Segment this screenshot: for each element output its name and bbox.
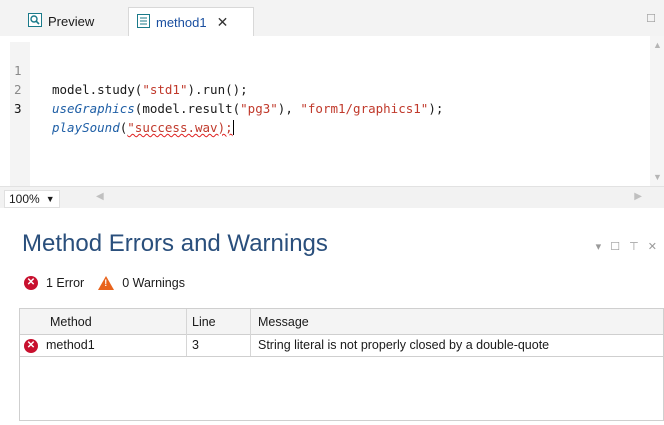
- scroll-up-icon[interactable]: ▲: [653, 40, 662, 50]
- code-text: playSound("success.wav);: [52, 120, 234, 135]
- errors-summary: ✕ 1 Error ! 0 Warnings: [24, 273, 199, 293]
- table-row[interactable]: ✕ method1 3 String literal is not proper…: [20, 335, 663, 357]
- errors-table: Method Line Message ✕ method1 3 String l…: [19, 308, 664, 421]
- errors-panel-title: Method Errors and Warnings: [22, 230, 328, 257]
- tab-preview[interactable]: Preview: [20, 7, 125, 36]
- panel-menu-icon[interactable]: ▾: [596, 241, 605, 253]
- cell-method: method1: [46, 338, 95, 352]
- panel-controls[interactable]: ▾ ☐ ⊤ ✕: [596, 240, 660, 253]
- cell-line: 3: [192, 338, 199, 352]
- tab-bar-controls[interactable]: ☐: [646, 12, 658, 25]
- tab-preview-label: Preview: [48, 14, 95, 29]
- column-header-method[interactable]: Method: [50, 309, 92, 335]
- zoom-value: 100%: [9, 192, 40, 206]
- tab-method1-label: method1: [156, 14, 207, 30]
- method-file-icon: [137, 13, 150, 31]
- scroll-left-icon[interactable]: ◀: [96, 191, 104, 202]
- column-header-line[interactable]: Line: [192, 309, 216, 335]
- panel-close-icon[interactable]: ✕: [648, 241, 660, 253]
- code-text: useGraphics(model.result("pg3"), "form1/…: [52, 101, 444, 116]
- chevron-down-icon: ▼: [45, 194, 55, 204]
- column-divider[interactable]: [186, 309, 187, 335]
- error-count-label: 1 Error: [46, 276, 85, 290]
- panel-maximize-icon[interactable]: ☐: [610, 241, 623, 253]
- zoom-select[interactable]: 100% ▼: [4, 190, 60, 208]
- warning-icon: !: [98, 276, 115, 290]
- code-line[interactable]: 2 useGraphics(model.result("pg3"), "form…: [0, 61, 443, 116]
- editor-status-bar: 100% ▼ ◀ ▶: [0, 186, 664, 208]
- error-icon: ✕: [24, 339, 38, 353]
- text-caret: [232, 120, 234, 135]
- column-divider: [186, 335, 187, 356]
- code-editor[interactable]: 1 model.study("std1").run(); 2 useGraphi…: [0, 36, 664, 186]
- pin-icon[interactable]: ⊤: [629, 241, 642, 253]
- editor-tab-bar: Preview method1 ✕ ☐: [0, 0, 664, 36]
- scroll-right-icon[interactable]: ▶: [634, 191, 642, 202]
- editor-vertical-scrollbar[interactable]: ▲ ▼: [650, 36, 664, 186]
- column-header-message[interactable]: Message: [258, 309, 309, 335]
- column-divider[interactable]: [250, 309, 251, 335]
- error-count-filter[interactable]: ✕ 1 Error: [24, 276, 84, 290]
- preview-icon: [28, 13, 42, 30]
- code-line[interactable]: 1 model.study("std1").run();: [0, 42, 248, 97]
- code-text: model.study("std1").run();: [52, 82, 248, 97]
- error-icon: ✕: [24, 276, 38, 290]
- line-number: 3: [14, 101, 22, 116]
- warning-count-label: 0 Warnings: [122, 276, 185, 290]
- errors-table-header: Method Line Message: [20, 309, 663, 335]
- column-divider: [250, 335, 251, 356]
- code-line-current[interactable]: 3 playSound("success.wav);: [0, 80, 234, 135]
- tab-method1[interactable]: method1 ✕: [128, 7, 254, 36]
- close-icon[interactable]: ✕: [217, 14, 229, 31]
- warning-count-filter[interactable]: ! 0 Warnings: [98, 276, 185, 290]
- scroll-down-icon[interactable]: ▼: [653, 172, 662, 182]
- cell-message: String literal is not properly closed by…: [258, 338, 550, 352]
- maximize-icon[interactable]: ☐: [646, 13, 658, 25]
